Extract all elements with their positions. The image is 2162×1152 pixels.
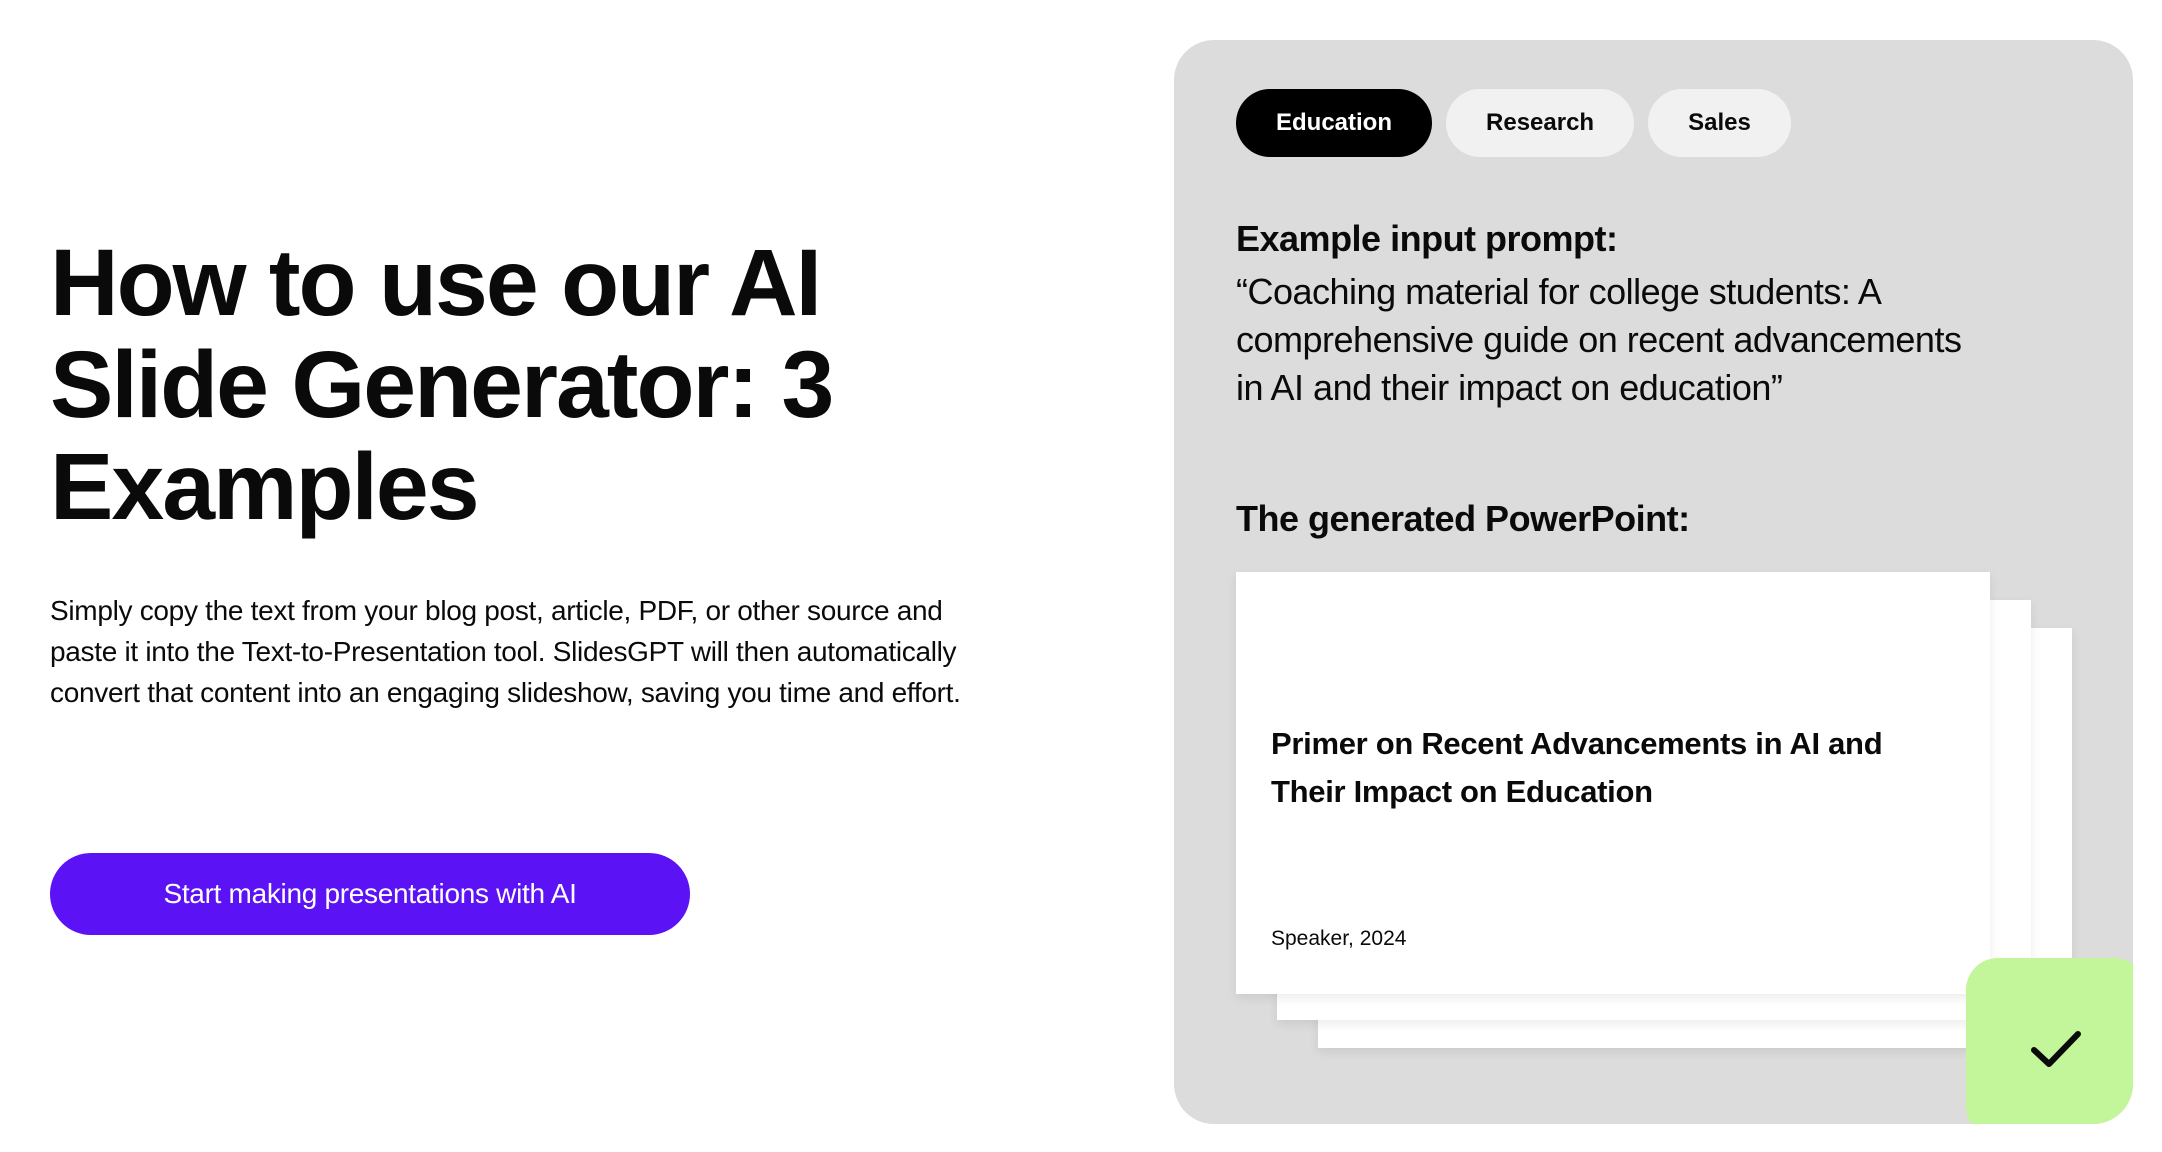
tab-sales[interactable]: Sales — [1648, 89, 1791, 157]
page-description: Simply copy the text from your blog post… — [50, 595, 961, 708]
tab-education[interactable]: Education — [1236, 89, 1433, 157]
start-making-presentations-button[interactable]: Start making presentations with AI — [50, 853, 690, 935]
slide-preview: Primer on Recent Advancements in AI and … — [1236, 572, 1990, 994]
example-tabs: Education Research Sales — [1236, 89, 1791, 157]
tab-research[interactable]: Research — [1446, 89, 1635, 157]
prompt-label: Example input prompt: — [1236, 218, 1618, 259]
slide-title: Primer on Recent Advancements in AI and … — [1271, 726, 1883, 809]
generated-label: The generated PowerPoint: — [1236, 498, 1690, 539]
examples-panel: Education Research Sales Example input p… — [1174, 40, 2133, 1124]
page-title: How to use our AI Slide Generator: 3 Exa… — [50, 230, 834, 540]
checkmark-icon — [2031, 1031, 2081, 1067]
slide-meta: Speaker, 2024 — [1271, 927, 1407, 950]
prompt-text: “Coaching material for college students:… — [1236, 271, 1962, 408]
check-badge — [1966, 958, 2133, 1124]
